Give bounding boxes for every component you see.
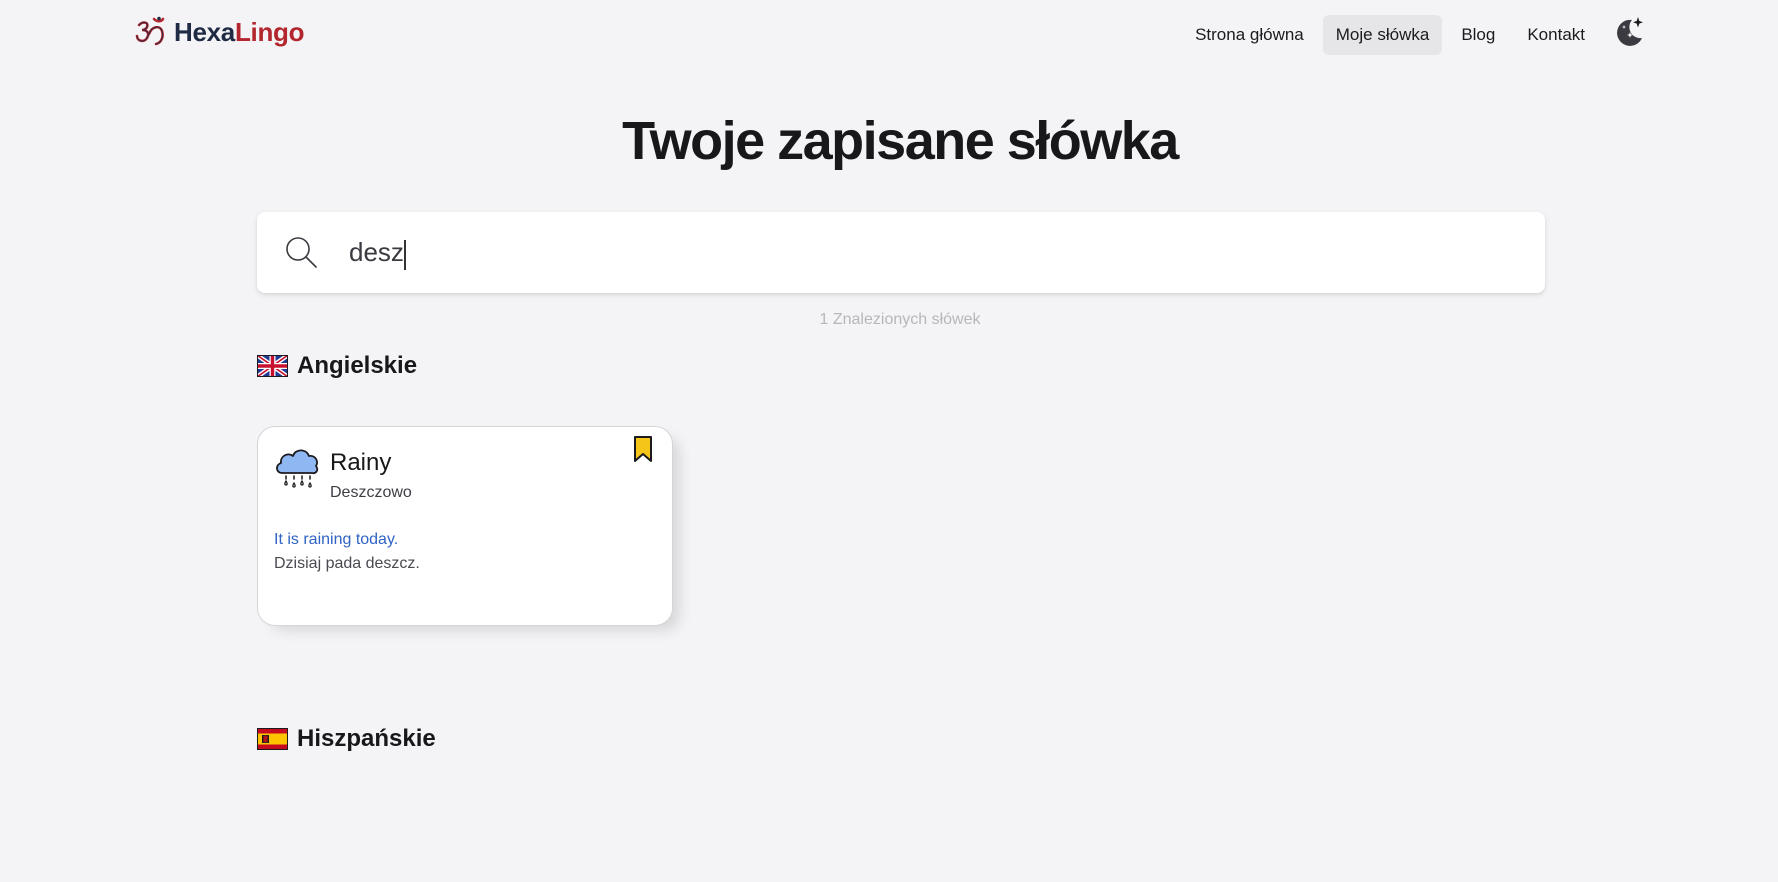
moon-stars-icon <box>1611 14 1647 50</box>
spain-flag-icon <box>257 728 288 750</box>
section-heading-english: Angielskie <box>257 352 417 380</box>
bookmark-icon[interactable] <box>632 435 654 463</box>
nav-item-contact[interactable]: Kontakt <box>1514 15 1598 55</box>
section-label: Hiszpańskie <box>297 725 436 752</box>
section-label: Angielskie <box>297 352 418 379</box>
search-input[interactable] <box>349 228 1519 276</box>
result-count: 1 Znalezionych słówek <box>819 311 981 328</box>
om-logo-icon <box>134 15 168 49</box>
logo[interactable]: HexaLingo <box>134 14 305 50</box>
nav-item-my-words[interactable]: Moje słówka <box>1322 15 1443 55</box>
text-caret <box>404 240 406 270</box>
card-example: It is raining today. <box>274 531 399 548</box>
search-box[interactable] <box>257 212 1545 293</box>
search-icon <box>283 234 319 270</box>
page: HexaLingo Strona główna Moje słówka Blog… <box>0 0 1778 882</box>
logo-text-lingo: Lingo <box>234 16 305 47</box>
page-title: Twoje zapisane słówka <box>622 111 1179 171</box>
section-heading-spanish: Hiszpańskie <box>257 725 436 753</box>
logo-text: HexaLingo <box>174 16 305 48</box>
card-example-translation: Dzisiaj pada deszcz. <box>274 555 420 572</box>
nav-item-blog[interactable]: Blog <box>1448 15 1508 55</box>
card-translation: Deszczowo <box>330 484 412 501</box>
theme-toggle-button[interactable] <box>1611 14 1647 50</box>
uk-flag-icon <box>257 355 288 377</box>
logo-text-hexa: Hexa <box>174 16 235 47</box>
site-header: HexaLingo Strona główna Moje słówka Blog… <box>0 0 1778 70</box>
main-nav: Strona główna Moje słówka Blog Kontakt <box>1182 15 1598 55</box>
rain-cloud-icon <box>272 443 322 493</box>
word-card[interactable]: Rainy Deszczowo It is raining today. Dzi… <box>257 426 673 626</box>
nav-item-home[interactable]: Strona główna <box>1182 15 1317 55</box>
card-word: Rainy <box>330 449 392 476</box>
